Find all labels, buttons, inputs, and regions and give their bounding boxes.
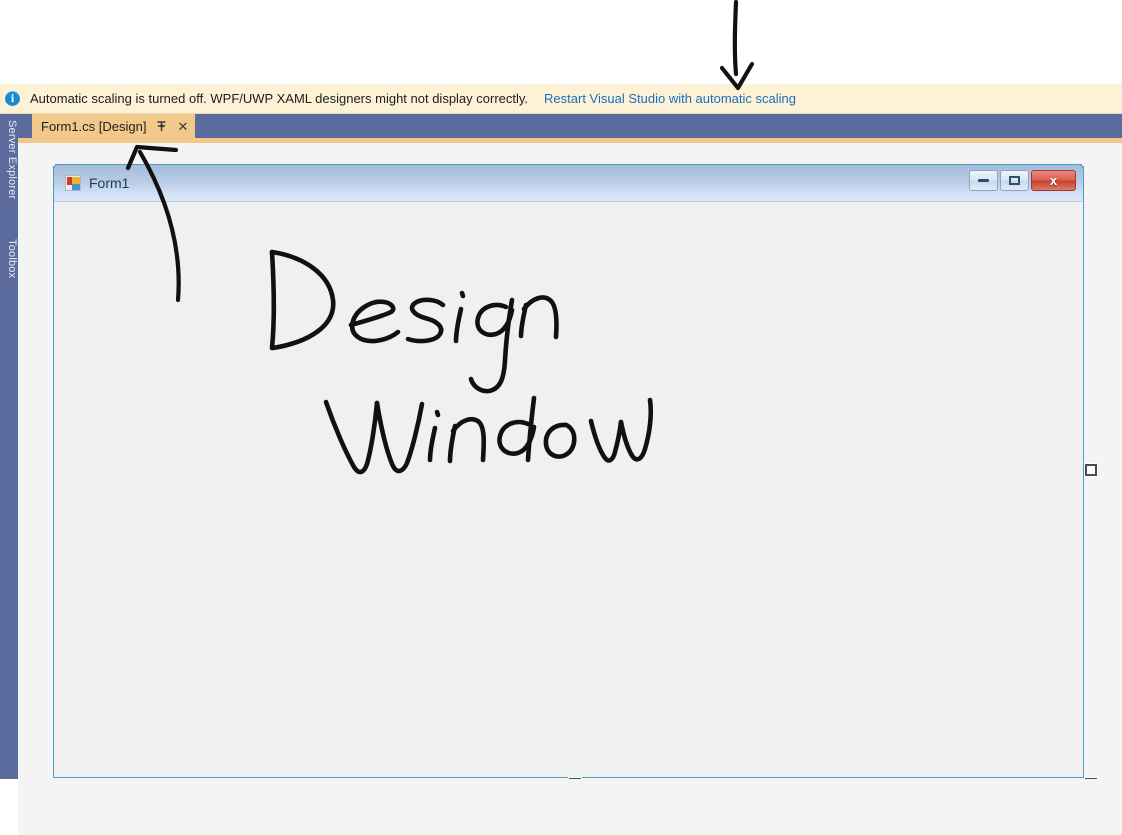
pin-icon[interactable] [156, 119, 168, 133]
top-blank-area [0, 0, 1122, 84]
resize-handle-middle-right[interactable] [1085, 464, 1097, 476]
restart-visual-studio-link[interactable]: Restart Visual Studio with automatic sca… [544, 91, 796, 106]
windows-form-icon [65, 175, 81, 191]
close-icon[interactable]: ✕ [177, 120, 188, 133]
form-client-area[interactable] [54, 203, 1083, 777]
window-buttons: x [969, 170, 1076, 191]
close-glyph-icon: x [1049, 173, 1058, 188]
app-root: Automatic scaling is turned off. WPF/UWP… [0, 0, 1122, 835]
designer-bottom-area [0, 779, 1122, 835]
tab-strip: Form1.cs [Design] ✕ [18, 114, 1122, 138]
maximize-glyph-icon [1009, 176, 1020, 185]
bottom-left-blank [0, 779, 18, 835]
left-tool-dock: Server Explorer Toolbox [0, 114, 18, 779]
designer-canvas[interactable]: Form1 x [18, 143, 1122, 790]
sidebar-item-toolbox[interactable]: Toolbox [0, 239, 18, 309]
notification-message: Automatic scaling is turned off. WPF/UWP… [30, 91, 529, 106]
sidebar-item-server-explorer[interactable]: Server Explorer [0, 120, 18, 230]
form1-window[interactable]: Form1 x [53, 164, 1084, 778]
form-title-bar[interactable]: Form1 x [54, 165, 1083, 202]
close-button[interactable]: x [1031, 170, 1076, 191]
minimize-glyph-icon [978, 179, 989, 182]
info-icon [5, 90, 20, 106]
notification-bar: Automatic scaling is turned off. WPF/UWP… [0, 84, 1122, 114]
form-title: Form1 [89, 175, 130, 191]
tab-form1-design[interactable]: Form1.cs [Design] ✕ [32, 114, 196, 138]
minimize-button[interactable] [969, 170, 998, 191]
maximize-button[interactable] [1000, 170, 1029, 191]
tab-label: Form1.cs [Design] [41, 118, 147, 134]
